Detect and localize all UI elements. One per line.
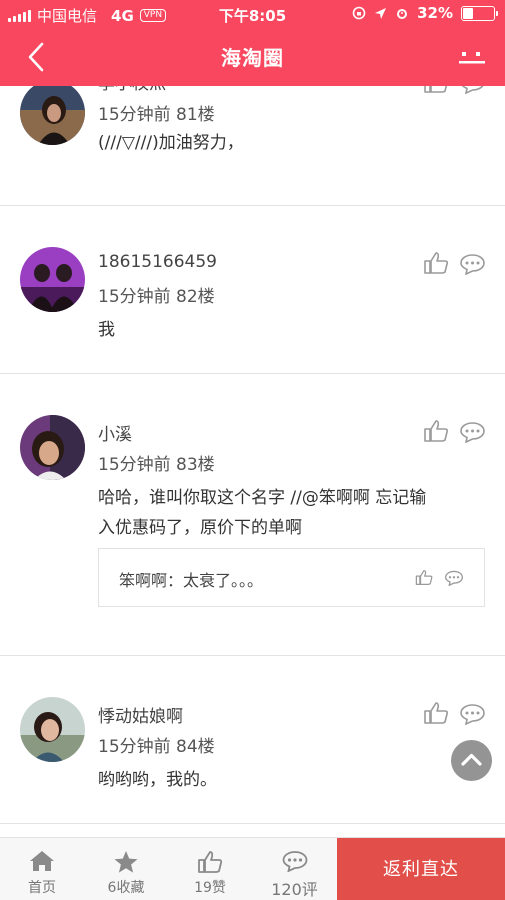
- tab-label: 120评: [271, 880, 318, 899]
- alarm-icon: [397, 9, 408, 19]
- thumbs-up-icon[interactable]: [415, 569, 433, 586]
- tab-likes[interactable]: 19赞: [168, 838, 252, 900]
- comment-item: 悸动姑娘啊 15分钟前 84楼 哟哟哟，我的。: [0, 656, 505, 824]
- thumbs-up-icon[interactable]: [423, 251, 449, 275]
- floor-number: 81楼: [176, 105, 215, 125]
- more-icon[interactable]: [459, 48, 485, 66]
- lock-rotation-icon: [352, 6, 366, 20]
- post-meta: 15分钟前 83楼: [98, 450, 215, 475]
- tab-label: 首页: [28, 880, 56, 896]
- top-bar: 中国电信 4G VPN 下午8:05 32% 海淘圈: [0, 0, 505, 86]
- star-icon: [114, 851, 138, 873]
- comment-item: 18615166459 15分钟前 82楼 我: [0, 206, 505, 374]
- comment-text-line: 入优惠码了，原价下的单啊: [98, 518, 302, 538]
- username[interactable]: 小溪: [98, 420, 132, 445]
- username[interactable]: 李小枚灬: [98, 86, 166, 94]
- comment-text: 我: [98, 320, 115, 340]
- floor-number: 82楼: [176, 287, 215, 307]
- floor-number: 83楼: [176, 455, 215, 475]
- avatar[interactable]: [20, 415, 85, 480]
- thumbs-up-icon[interactable]: [423, 701, 449, 725]
- reply-box[interactable]: 笨啊啊：太衰了。。。: [98, 548, 485, 607]
- rebate-button[interactable]: 返利直达: [337, 838, 505, 900]
- home-icon: [30, 851, 54, 871]
- reply-separator: ：: [167, 571, 184, 590]
- comment-text: (///▽///)加油努力，: [98, 133, 244, 153]
- tab-label: 6收藏: [107, 880, 145, 896]
- comment-icon[interactable]: [459, 421, 486, 443]
- post-time: 15分钟前: [98, 287, 171, 307]
- tab-comments[interactable]: 120评: [252, 838, 337, 900]
- comment-icon[interactable]: [459, 86, 486, 94]
- thumbs-up-icon[interactable]: [423, 86, 449, 94]
- avatar[interactable]: [20, 86, 85, 145]
- thumbs-up-icon: [198, 851, 223, 873]
- reply-content: 太衰了。。。: [183, 571, 264, 590]
- tab-home[interactable]: 首页: [0, 838, 84, 900]
- scroll-to-top-button[interactable]: [451, 740, 492, 781]
- battery-percent: 32%: [417, 4, 453, 22]
- comment-item: 李小枚灬 15分钟前 81楼 (///▽///)加油努力，: [0, 86, 505, 206]
- tab-label: 19赞: [194, 880, 226, 896]
- comment-icon: [282, 851, 307, 872]
- comment-icon[interactable]: [459, 253, 486, 275]
- thumbs-up-icon[interactable]: [423, 419, 449, 443]
- username[interactable]: 18615166459: [98, 252, 217, 272]
- comment-feed[interactable]: 李小枚灬 15分钟前 81楼 (///▽///)加油努力， 1861516645…: [0, 86, 505, 837]
- comment-text-line: 哈哈，谁叫你取这个名字 //@笨啊啊 忘记输: [98, 488, 427, 508]
- nav-bar: 海淘圈: [0, 28, 505, 86]
- post-time: 15分钟前: [98, 737, 171, 757]
- avatar[interactable]: [20, 697, 85, 762]
- post-time: 15分钟前: [98, 105, 171, 125]
- username[interactable]: 悸动姑娘啊: [98, 702, 183, 727]
- location-icon: [375, 7, 387, 19]
- floor-number: 84楼: [176, 737, 215, 757]
- post-meta: 15分钟前 82楼: [98, 282, 215, 307]
- comment-icon[interactable]: [444, 570, 464, 586]
- page-title: 海淘圈: [221, 46, 284, 70]
- post-meta: 15分钟前 81楼: [98, 100, 215, 125]
- comment-item: 小溪 15分钟前 83楼 哈哈，谁叫你取这个名字 //@笨啊啊 忘记输 入优惠码…: [0, 374, 505, 656]
- status-bar: 中国电信 4G VPN 下午8:05 32%: [0, 0, 505, 28]
- bottom-tab-bar: 首页 6收藏 19赞 120评 返利直达: [0, 837, 505, 900]
- comment-text: 哟哟哟，我的。: [98, 770, 217, 790]
- post-meta: 15分钟前 84楼: [98, 732, 215, 757]
- comment-icon[interactable]: [459, 703, 486, 725]
- reply-author[interactable]: 笨啊啊: [119, 571, 167, 590]
- comment-text: 哈哈，谁叫你取这个名字 //@笨啊啊 忘记输 入优惠码了，原价下的单啊: [98, 483, 478, 543]
- battery-icon: [461, 5, 498, 21]
- avatar[interactable]: [20, 247, 85, 312]
- post-time: 15分钟前: [98, 455, 171, 475]
- tab-favorites[interactable]: 6收藏: [84, 838, 168, 900]
- reply-text: 笨啊啊：太衰了。。。: [119, 567, 263, 591]
